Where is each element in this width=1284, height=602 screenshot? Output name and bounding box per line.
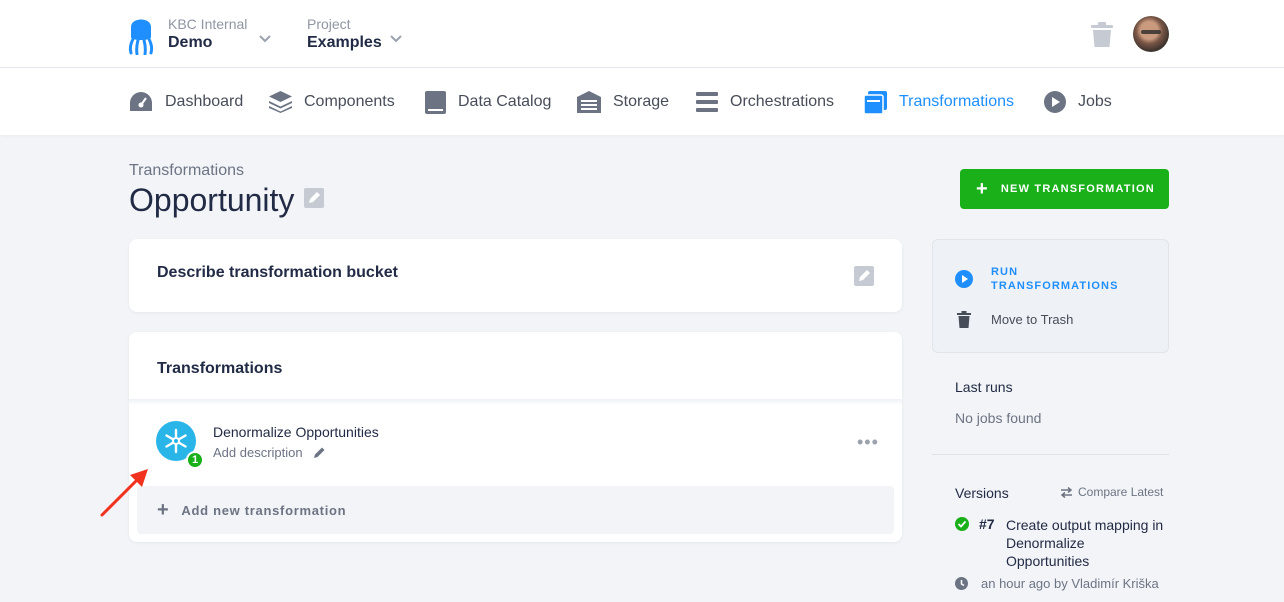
clock-icon <box>955 577 968 590</box>
description-card[interactable]: Describe transformation bucket <box>129 239 902 312</box>
org-label: KBC Internal <box>168 16 248 32</box>
run-transformations-button[interactable]: RUN TRANSFORMATIONS <box>955 265 1141 293</box>
more-options-icon[interactable]: ••• <box>857 432 879 453</box>
compare-latest-label: Compare Latest <box>1078 485 1164 499</box>
version-meta: an hour ago by Vladimír Kriška <box>981 576 1159 591</box>
move-to-trash-button[interactable]: Move to Trash <box>957 311 1073 328</box>
breadcrumb[interactable]: Transformations <box>129 162 244 180</box>
nav-storage[interactable]: Storage <box>577 90 669 114</box>
project-switcher[interactable]: Project Examples <box>307 15 407 53</box>
transformation-name[interactable]: Denormalize Opportunities <box>213 424 379 440</box>
play-circle-icon <box>955 270 973 288</box>
nav-jobs[interactable]: Jobs <box>1044 90 1112 114</box>
add-new-transformation-button[interactable]: + Add new transformation <box>137 486 894 534</box>
window-icon <box>864 90 887 114</box>
nav-label: Components <box>304 93 395 110</box>
nav-data-catalog[interactable]: Data Catalog <box>425 90 551 114</box>
project-label: Project <box>307 16 351 32</box>
swap-icon <box>1060 486 1073 498</box>
nav-label: Data Catalog <box>458 93 552 110</box>
nav-transformations[interactable]: Transformations <box>864 90 1014 114</box>
chevron-down-icon <box>390 35 402 43</box>
nav-dashboard[interactable]: Dashboard <box>129 90 243 114</box>
nav-label: Jobs <box>1078 93 1112 110</box>
last-runs-value: No jobs found <box>955 410 1042 426</box>
transformations-card: Transformations 1 Denormalize Opportunit… <box>129 332 902 542</box>
book-icon <box>425 90 446 114</box>
row-count-badge: 1 <box>186 451 204 469</box>
plus-icon: + <box>157 498 170 521</box>
page-title: Opportunity <box>129 182 295 218</box>
gauge-icon <box>130 92 152 111</box>
new-transformation-button[interactable]: + NEW TRANSFORMATION <box>960 169 1169 209</box>
add-new-transformation-label: Add new transformation <box>181 502 347 518</box>
add-description-link[interactable]: Add description <box>213 445 326 460</box>
nav-label: Dashboard <box>165 93 244 110</box>
top-header: KBC Internal Demo Project Examples <box>0 0 1284 68</box>
version-message[interactable]: Create output mapping in Denormalize Opp… <box>1006 516 1171 570</box>
sidebar-actions: RUN TRANSFORMATIONS Move to Trash <box>932 239 1169 353</box>
divider <box>129 399 902 405</box>
check-circle-icon <box>955 517 969 531</box>
trash-icon <box>957 311 971 328</box>
bars-icon <box>696 92 718 112</box>
pencil-icon <box>313 447 325 458</box>
edit-title-icon[interactable] <box>304 188 324 208</box>
red-arrow-annotation-icon <box>100 469 148 517</box>
nav-label: Storage <box>613 93 670 110</box>
warehouse-icon <box>577 91 601 113</box>
version-number: #7 <box>979 516 995 532</box>
add-description-label: Add description <box>213 445 303 460</box>
compare-latest-link[interactable]: Compare Latest <box>1060 485 1163 499</box>
nav-orchestrations[interactable]: Orchestrations <box>696 90 834 114</box>
versions-heading: Versions <box>955 485 1009 501</box>
transformations-heading: Transformations <box>157 360 283 377</box>
edit-description-icon[interactable] <box>854 266 874 286</box>
main-nav: Dashboard Components Data Catalog Storag… <box>0 68 1284 135</box>
move-to-trash-label: Move to Trash <box>991 312 1074 327</box>
run-transformations-label: RUN TRANSFORMATIONS <box>991 266 1119 292</box>
description-text: Describe transformation bucket <box>157 264 398 281</box>
nav-label: Orchestrations <box>730 93 835 110</box>
user-avatar[interactable] <box>1133 16 1169 52</box>
layers-icon <box>269 91 292 113</box>
nav-components[interactable]: Components <box>269 90 395 114</box>
org-switcher[interactable]: KBC Internal Demo <box>168 15 278 53</box>
chevron-down-icon <box>259 35 271 43</box>
trash-icon[interactable] <box>1091 22 1113 47</box>
last-runs-heading: Last runs <box>955 379 1013 395</box>
play-circle-icon <box>1044 91 1066 113</box>
plus-icon: + <box>976 178 989 200</box>
divider <box>932 454 1169 455</box>
keboola-logo-icon[interactable] <box>127 13 155 55</box>
nav-label: Transformations <box>899 93 1014 110</box>
new-transformation-label: NEW TRANSFORMATION <box>1000 183 1155 195</box>
